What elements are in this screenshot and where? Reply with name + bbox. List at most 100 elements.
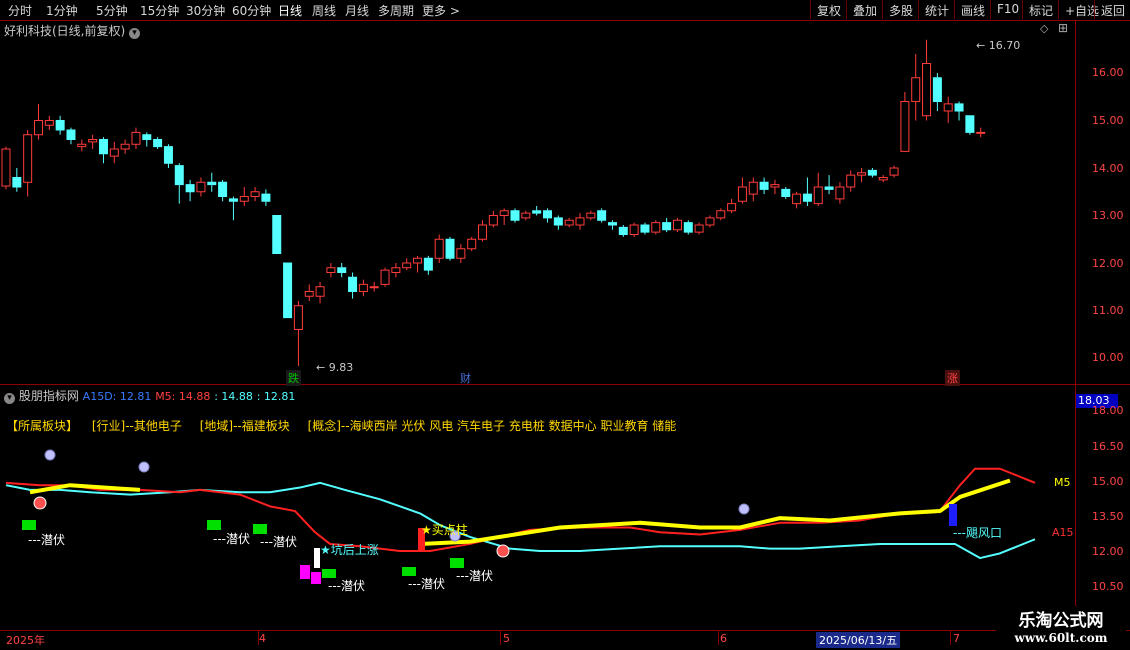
back-button[interactable]: 返回 <box>1094 0 1130 19</box>
candle-body <box>597 210 607 221</box>
candle-body <box>358 283 368 292</box>
period-tab-daily[interactable]: 日线 <box>278 2 302 19</box>
candlestick-chart[interactable] <box>0 20 1075 384</box>
candle-body <box>380 269 390 285</box>
price-label: 11.00 <box>1092 304 1124 317</box>
candle-body <box>109 148 119 157</box>
candle-body <box>66 129 76 140</box>
period-tab-weekly[interactable]: 周线 <box>312 2 336 19</box>
candle-body <box>250 191 260 197</box>
indicator-y-label: 16.50 <box>1092 440 1124 453</box>
event-badge-fall[interactable]: 跌 <box>286 370 301 386</box>
period-tab-5min[interactable]: 5分钟 <box>96 2 128 19</box>
indicator-y-label: 18.00 <box>1092 404 1124 417</box>
fuquan-button[interactable]: 复权 <box>810 0 846 19</box>
candle-body <box>857 172 867 176</box>
overlay-button[interactable]: 叠加 <box>846 0 882 19</box>
candle-body <box>727 203 737 212</box>
candle-body <box>44 120 54 126</box>
price-label: 13.00 <box>1092 209 1124 222</box>
candle-body <box>261 193 271 202</box>
candle-body <box>889 167 899 176</box>
candle-body <box>672 219 682 231</box>
candle-body <box>207 181 217 186</box>
candle-body <box>802 193 812 202</box>
candle-body <box>824 186 834 190</box>
period-tab-30min[interactable]: 30分钟 <box>186 2 225 19</box>
candle-body <box>272 215 282 254</box>
date-axis-divider <box>0 630 1130 631</box>
candle-body <box>174 165 184 186</box>
candle-body <box>813 186 823 205</box>
signal-kenghou-label: ★坑后上涨 <box>320 543 379 557</box>
candle-body <box>445 238 455 259</box>
candle-body <box>488 215 498 226</box>
date-tick <box>500 631 501 645</box>
mark-button[interactable]: 标记 <box>1022 0 1058 19</box>
period-tab-1min[interactable]: 1分钟 <box>46 2 78 19</box>
candle-body <box>911 77 921 102</box>
candle-body <box>196 181 206 193</box>
candle-body <box>705 217 715 226</box>
indicator-y-label: 15.00 <box>1092 475 1124 488</box>
low-price-marker: ← 9.83 <box>316 361 354 374</box>
candle-body <box>683 222 693 233</box>
candle-body <box>131 131 141 145</box>
event-badge-rise[interactable]: 涨 <box>945 370 960 386</box>
watermark-title: 乐淘公式网 <box>1018 611 1104 631</box>
candle-body <box>499 210 509 216</box>
period-tab-monthly[interactable]: 月线 <box>345 2 369 19</box>
candle-body <box>55 120 65 131</box>
indicator-chart[interactable] <box>0 385 1075 630</box>
trend-highlight <box>419 478 1011 546</box>
candle-body <box>510 210 520 221</box>
period-tab-multi[interactable]: 多周期 <box>378 2 414 19</box>
date-tick <box>718 631 719 645</box>
candle-body <box>716 210 726 219</box>
candle-body <box>586 212 596 219</box>
period-tab-60min[interactable]: 60分钟 <box>232 2 271 19</box>
candle-body <box>748 181 758 195</box>
candle-body <box>835 186 845 200</box>
candle-body <box>521 212 531 219</box>
candle-body <box>185 184 195 193</box>
candle-body <box>163 146 173 164</box>
draw-line-button[interactable]: 画线 <box>954 0 990 19</box>
candle-body <box>153 139 163 148</box>
event-badge-finance[interactable]: 财 <box>458 370 473 386</box>
ball-icon <box>33 496 47 510</box>
candle-body <box>553 217 563 226</box>
signal-block <box>300 565 310 579</box>
candle-body <box>878 177 888 181</box>
date-tick <box>258 631 259 645</box>
indicator-y-label: 10.50 <box>1092 580 1124 593</box>
candle-body <box>694 224 704 233</box>
candle-body <box>77 143 87 148</box>
price-label: 10.00 <box>1092 351 1124 364</box>
cursor-date-label: 2025/06/13/五 <box>816 632 901 648</box>
stats-button[interactable]: 统计 <box>918 0 954 19</box>
candle-body <box>283 262 293 319</box>
m5-line-label: M5 <box>1054 476 1071 489</box>
candle-body <box>218 181 228 197</box>
candle-body <box>943 103 953 112</box>
add-watchlist-button[interactable]: +自选 <box>1058 0 1099 19</box>
price-label: 12.00 <box>1092 257 1124 270</box>
candle-body <box>478 224 488 240</box>
signal-qianfu-label: ---潜伏 <box>328 579 365 593</box>
signal-block <box>949 504 957 526</box>
watermark-url: www.60lt.com <box>1014 631 1108 645</box>
signal-block <box>207 520 221 530</box>
candle-body <box>402 262 412 269</box>
date-tick <box>950 631 951 645</box>
multi-stock-button[interactable]: 多股 <box>882 0 918 19</box>
candle-body <box>976 131 986 134</box>
period-tab-fenshi[interactable]: 分时 <box>8 2 32 19</box>
candle-body <box>337 267 347 273</box>
f10-button[interactable]: F10 <box>990 0 1022 19</box>
date-axis-label: 4 <box>259 632 266 645</box>
period-tab-15min[interactable]: 15分钟 <box>140 2 179 19</box>
candle-body <box>770 184 780 188</box>
period-tab-more[interactable]: 更多 > <box>422 2 460 19</box>
candle-body <box>348 276 358 292</box>
